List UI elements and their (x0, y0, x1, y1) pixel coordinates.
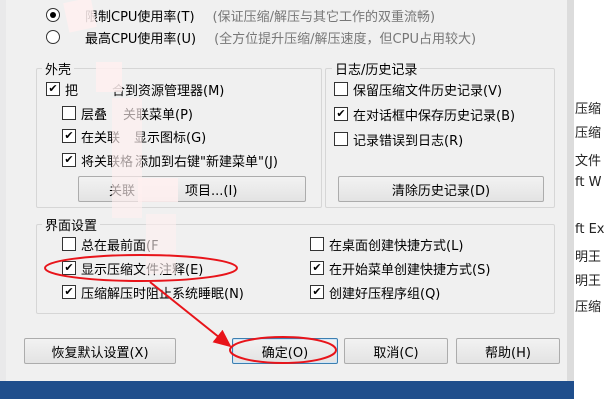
arrow-icon (149, 281, 232, 348)
highlight-ellipse-ok (229, 336, 337, 364)
annotation-overlay (44, 254, 337, 364)
highlight-ellipse-comments (44, 254, 238, 282)
